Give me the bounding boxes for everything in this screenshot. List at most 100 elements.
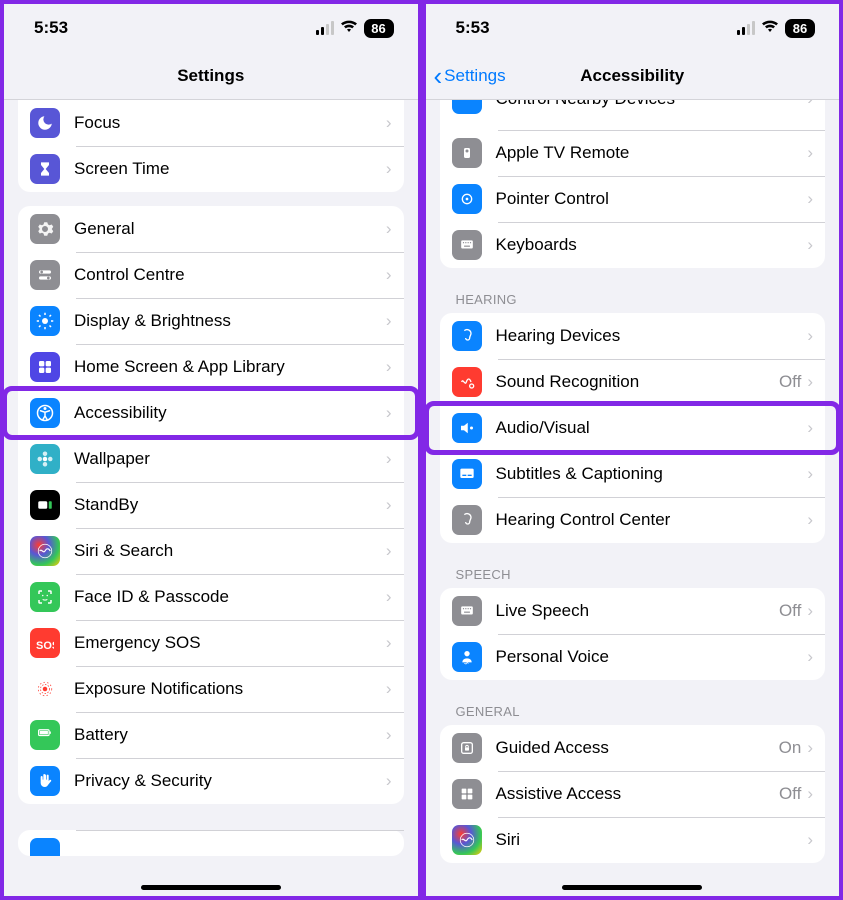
row-guided-access[interactable]: Guided AccessOn› [440,725,826,771]
chevron-right-icon: › [386,725,392,745]
chevron-right-icon: › [807,464,813,484]
chevron-right-icon: › [807,326,813,346]
home-indicator[interactable] [562,885,702,890]
row-emergency-sos[interactable]: SOSEmergency SOS› [18,620,404,666]
row-hearing-devices[interactable]: Hearing Devices› [440,313,826,359]
nav-title: Settings [177,66,244,86]
settings-list[interactable]: Focus›Screen Time›General›Control Centre… [4,100,418,896]
row-sound-recognition[interactable]: Sound RecognitionOff› [440,359,826,405]
phone-settings: 5:53 86 Settings Focus›Screen Time›Gener… [0,0,422,900]
home-indicator[interactable] [141,885,281,890]
guided-access-icon [452,733,482,763]
row-live-speech[interactable]: Live SpeechOff› [440,588,826,634]
accessibility-list[interactable]: Control Nearby Devices›Apple TV Remote›P… [426,100,840,896]
row-control-centre[interactable]: Control Centre› [18,252,404,298]
audio-visual-icon [452,413,482,443]
live-speech-icon [452,596,482,626]
row-label: Face ID & Passcode [74,587,386,607]
row-subtitles[interactable]: Subtitles & Captioning› [440,451,826,497]
row-label: Audio/Visual [496,418,808,438]
row-siri[interactable]: Siri› [440,817,826,863]
row-assistive-access[interactable]: Assistive AccessOff› [440,771,826,817]
row-audio-visual[interactable]: Audio/Visual› [440,405,826,451]
row-hearing-control[interactable]: Hearing Control Center› [440,497,826,543]
chevron-right-icon: › [807,830,813,850]
chevron-right-icon: › [386,449,392,469]
focus-icon [30,108,60,138]
sound-recognition-icon [452,367,482,397]
row-focus[interactable]: Focus› [18,100,404,146]
phone-accessibility: 5:53 86 ‹ Settings Accessibility Control… [422,0,843,900]
subtitles-icon [452,459,482,489]
chevron-right-icon: › [807,189,813,209]
keyboards-icon [452,230,482,260]
row-face-id[interactable]: Face ID & Passcode› [18,574,404,620]
row-label: Home Screen & App Library [74,357,386,377]
siri-icon [452,825,482,855]
row-home-screen[interactable]: Home Screen & App Library› [18,344,404,390]
chevron-right-icon: › [386,495,392,515]
row-label: Battery [74,725,386,745]
row-accessibility[interactable]: Accessibility› [18,390,404,436]
chevron-right-icon: › [386,159,392,179]
row-label: Guided Access [496,738,779,758]
row-exposure[interactable]: Exposure Notifications› [18,666,404,712]
row-label: Emergency SOS [74,633,386,653]
row-screen-time[interactable]: Screen Time› [18,146,404,192]
exposure-icon [30,674,60,704]
row-label: Keyboards [496,235,808,255]
row-keyboards[interactable]: Keyboards› [440,222,826,268]
apple-tv-remote-icon [452,138,482,168]
signal-icon [316,21,334,35]
section-header: SPEECH [456,567,810,582]
row-label: Wallpaper [74,449,386,469]
battery-icon [30,720,60,750]
row-personal-voice[interactable]: Personal Voice› [440,634,826,680]
chevron-right-icon: › [807,738,813,758]
row-privacy-security[interactable]: Privacy & Security› [18,758,404,804]
section-header: HEARING [456,292,810,307]
row-pointer-control[interactable]: Pointer Control› [440,176,826,222]
row-label: General [74,219,386,239]
row-detail: Off [779,372,801,392]
row-label: Siri [496,830,808,850]
svg-text:SOS: SOS [36,640,54,651]
accessibility-icon [30,398,60,428]
personal-voice-icon [452,642,482,672]
assistive-access-icon [452,779,482,809]
chevron-right-icon: › [386,265,392,285]
row-label: Siri & Search [74,541,386,561]
chevron-right-icon: › [386,311,392,331]
chevron-right-icon: › [807,100,813,109]
row-app-store[interactable] [18,830,404,856]
battery-icon: 86 [364,19,394,38]
row-label: StandBy [74,495,386,515]
emergency-sos-icon: SOS [30,628,60,658]
back-button[interactable]: ‹ Settings [434,63,506,89]
row-label: Hearing Devices [496,326,808,346]
row-label: Exposure Notifications [74,679,386,699]
chevron-right-icon: › [386,679,392,699]
app-store-icon [30,838,60,856]
row-standby[interactable]: StandBy› [18,482,404,528]
row-wallpaper[interactable]: Wallpaper› [18,436,404,482]
nav-bar: ‹ Settings Accessibility [426,52,840,100]
chevron-right-icon: › [807,143,813,163]
row-apple-tv-remote[interactable]: Apple TV Remote› [440,130,826,176]
status-time: 5:53 [456,18,490,38]
wallpaper-icon [30,444,60,474]
chevron-right-icon: › [807,372,813,392]
row-display-brightness[interactable]: Display & Brightness› [18,298,404,344]
chevron-left-icon: ‹ [434,63,443,89]
row-general[interactable]: General› [18,206,404,252]
row-label: Display & Brightness [74,311,386,331]
back-label: Settings [444,66,505,86]
row-siri-search[interactable]: Siri & Search› [18,528,404,574]
row-battery[interactable]: Battery› [18,712,404,758]
row-control-nearby[interactable]: Control Nearby Devices› [440,100,826,130]
status-bar: 5:53 86 [426,4,840,52]
row-detail: Off [779,601,801,621]
battery-icon: 86 [785,19,815,38]
row-detail: Off [779,784,801,804]
row-label: Control Nearby Devices [496,100,808,109]
